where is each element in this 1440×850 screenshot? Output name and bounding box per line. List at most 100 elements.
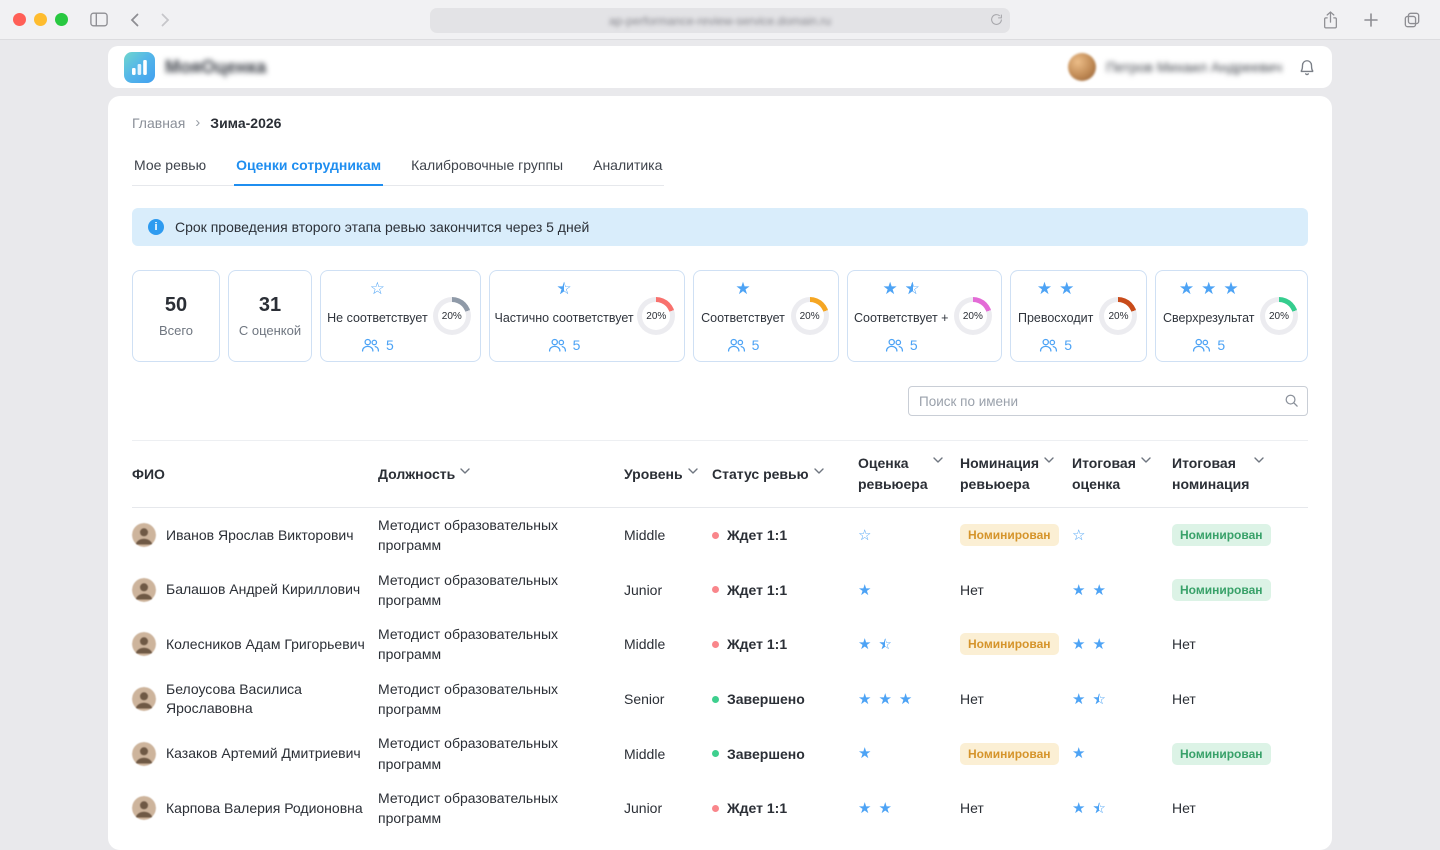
address-bar[interactable]: ap-performance-review-service.domain.ru — [430, 8, 1010, 33]
forward-button[interactable] — [157, 9, 174, 31]
column-header-position[interactable]: Должность — [378, 464, 624, 485]
final-nomination-cell: Нет — [1172, 691, 1308, 707]
rating-card-donut-chart: 20% — [1260, 297, 1298, 335]
info-banner-text: Срок проведения второго этапа ревью зако… — [175, 219, 590, 235]
status-label: Завершено — [727, 745, 805, 762]
column-header-level[interactable]: Уровень — [624, 464, 712, 485]
rating-card-count: 5 — [548, 337, 580, 353]
column-header-review-status[interactable]: Статус ревью — [712, 464, 858, 485]
employee-avatar — [132, 577, 156, 602]
table-row[interactable]: Балашов Андрей Кириллович Методист образо… — [132, 563, 1308, 618]
breadcrumb-home-link[interactable]: Главная — [132, 115, 185, 131]
notifications-bell-icon[interactable] — [1298, 58, 1316, 77]
back-button[interactable] — [126, 9, 143, 31]
status-label: Ждет 1:1 — [727, 581, 788, 598]
column-header-reviewer-nomination[interactable]: Номинация ревьюера — [960, 453, 1072, 495]
reload-icon[interactable] — [990, 13, 1003, 29]
tab-analytics[interactable]: Аналитика — [591, 147, 664, 186]
star-half-icon: ☆ ★ — [878, 635, 892, 654]
rating-card-donut-chart: 20% — [1099, 297, 1138, 335]
star-full-icon: ★ — [1072, 635, 1086, 654]
user-menu[interactable]: Петров Михаил Андреевич — [1068, 53, 1316, 81]
column-header-final-rating[interactable]: Итоговая оценка — [1072, 453, 1172, 495]
reviewer-nomination-value: Нет — [960, 691, 984, 708]
table-row[interactable]: Белоусова Василиса Ярославовна Методист о… — [132, 672, 1308, 727]
tabs-overview-button[interactable] — [1400, 8, 1424, 32]
reviewer-rating-stars: ★ ★ ★ — [858, 691, 912, 708]
sort-chevron-icon — [932, 457, 943, 463]
level-cell: Middle — [624, 636, 666, 653]
table-row[interactable]: Казаков Артемий Дмитриевич Методист образ… — [132, 726, 1308, 781]
column-header-label: Оценка ревьюера — [858, 455, 928, 492]
tab-employee-ratings[interactable]: Оценки сотрудникам — [234, 147, 384, 186]
table-row[interactable]: Колесников Адам Григорьевич Методист обра… — [132, 617, 1308, 672]
reviewer-nomination-cell: Номинирован — [960, 742, 1072, 765]
new-tab-button[interactable] — [1360, 9, 1382, 31]
address-bar-url: ap-performance-review-service.domain.ru — [608, 13, 832, 28]
column-header-reviewer-rating[interactable]: Оценка ревьюера — [858, 453, 960, 495]
breadcrumb: Главная › Зима-2026 — [132, 114, 1308, 131]
rating-card-percent: 20% — [795, 302, 824, 330]
status-dot — [712, 640, 719, 648]
employee-cell: Карпова Валерия Родионовна — [132, 796, 378, 821]
final-nomination-badge: Номинирован — [1172, 524, 1271, 547]
people-icon — [1039, 338, 1058, 352]
reviewer-rating-cell: ★ — [858, 745, 960, 762]
stat-cards: 50 Всего 31 С оценкой ☆ Не соответствует 5… — [132, 270, 1308, 362]
rating-card-label: Превосходит — [1017, 310, 1094, 325]
rating-card-meeting-plus[interactable]: ★ ☆ ★ Соответствует + 5 20% — [846, 270, 1002, 362]
close-window-button[interactable] — [13, 13, 26, 26]
final-nomination-value: Нет — [1172, 691, 1196, 708]
minimize-window-button[interactable] — [34, 13, 47, 26]
rating-card-stars: ☆ — [370, 280, 385, 299]
position-cell: Методист образовательных программ — [378, 571, 559, 608]
level-cell: Junior — [624, 581, 663, 598]
star-full-icon: ★ — [1178, 279, 1195, 299]
rating-card-percent: 20% — [1265, 302, 1293, 330]
rating-card-not-meeting[interactable]: ☆ Не соответствует 5 20% — [320, 270, 481, 362]
reviewer-rating-cell: ☆ — [858, 527, 960, 544]
status-label: Ждет 1:1 — [727, 636, 788, 653]
star-half-icon: ☆ ★ — [1092, 799, 1106, 818]
table-row[interactable]: Иванов Ярослав Викторович Методист образо… — [132, 508, 1308, 563]
star-half-icon: ☆ ★ — [556, 279, 572, 299]
sort-chevron-icon — [1254, 457, 1265, 463]
position-cell: Методист образовательных программ — [378, 735, 559, 772]
tab-my-review[interactable]: Мое ревью — [132, 147, 208, 186]
review-status-cell: Ждет 1:1 — [712, 527, 858, 543]
rating-card-count-value: 5 — [386, 337, 394, 353]
sort-chevron-icon — [1044, 457, 1054, 463]
stat-rated-card[interactable]: 31 С оценкой — [228, 270, 312, 362]
rating-card-partially-meeting[interactable]: ☆ ★ Частично соответствует 5 20% — [488, 270, 686, 362]
info-banner: i Срок проведения второго этапа ревью за… — [132, 208, 1308, 246]
rating-card-meeting[interactable]: ★ Соответствует 5 20% — [693, 270, 839, 362]
rating-card-outstanding[interactable]: ★ ★ ★ Сверхрезультат 5 20% — [1155, 270, 1308, 362]
reviewer-nomination-cell: Номинирован — [960, 633, 1072, 656]
employee-name: Карпова Валерия Родионовна — [166, 799, 363, 816]
zoom-window-button[interactable] — [55, 13, 68, 26]
rating-card-count: 5 — [1039, 337, 1072, 353]
column-header-label: Итоговая номинация — [1172, 455, 1250, 492]
reviewer-nomination-value: Нет — [960, 581, 984, 598]
table-row[interactable]: Карпова Валерия Родионовна Методист образ… — [132, 781, 1308, 836]
stat-total-label: Всего — [158, 323, 194, 338]
rating-card-exceeding[interactable]: ★ ★ Превосходит 5 20% — [1009, 270, 1148, 362]
table-header: ФИО Должность Уровень Статус ревью Оценка ре… — [132, 440, 1308, 508]
column-header-final-nomination[interactable]: Итоговая номинация — [1172, 453, 1308, 495]
search-icon — [1284, 393, 1299, 413]
search-input[interactable] — [908, 386, 1308, 416]
rating-card-count: 5 — [361, 337, 394, 353]
status-dot — [712, 695, 719, 703]
final-rating-cell: ★ ★ — [1072, 582, 1172, 599]
employee-cell: Казаков Артемий Дмитриевич — [132, 741, 378, 766]
tab-calibration-groups[interactable]: Калибровочные группы — [409, 147, 565, 186]
employee-cell: Белоусова Василиса Ярославовна — [132, 680, 378, 718]
user-avatar[interactable] — [1068, 53, 1097, 81]
sidebar-toggle-icon[interactable] — [86, 8, 112, 31]
level-cell: Senior — [624, 691, 665, 708]
rating-card-label: Соответствует + — [853, 310, 949, 325]
star-full-icon: ★ — [1072, 744, 1086, 763]
share-button[interactable] — [1319, 7, 1342, 33]
stat-total-card[interactable]: 50 Всего — [132, 270, 220, 362]
star-full-icon: ★ — [898, 689, 913, 708]
